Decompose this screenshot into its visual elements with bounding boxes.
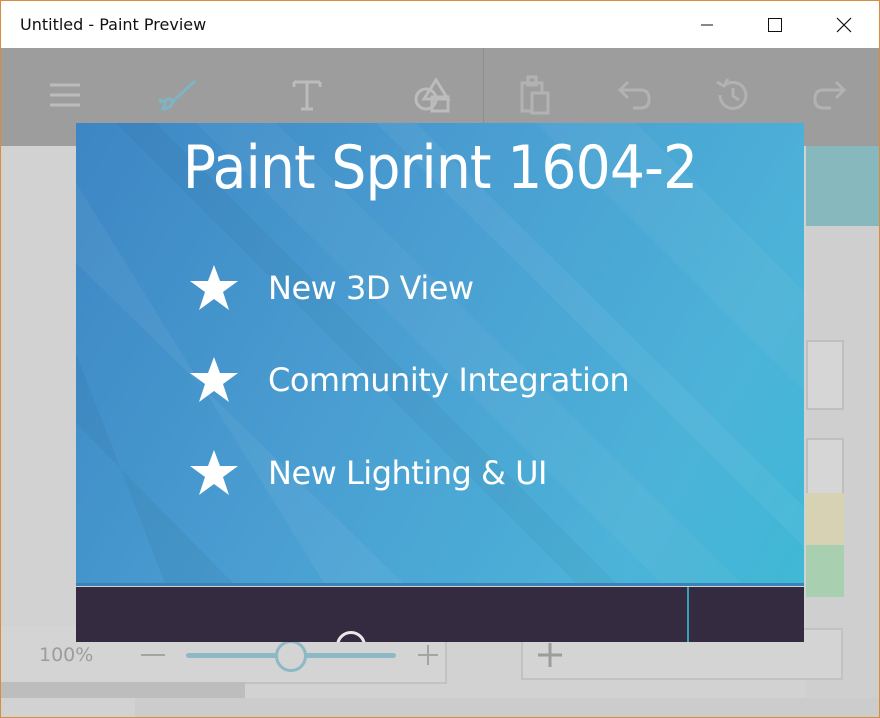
undo-button[interactable] [610, 72, 656, 118]
shapes-tool-button[interactable] [409, 72, 455, 118]
side-panel-box[interactable] [806, 438, 844, 496]
maximize-icon [768, 18, 782, 32]
menu-icon [50, 83, 80, 107]
zoom-out-button[interactable] [141, 654, 165, 656]
whats-new-dialog: Paint Sprint 1604-2 New 3D View Communit… [76, 123, 804, 642]
shapes-icon [414, 77, 451, 113]
star-icon [190, 357, 238, 402]
history-button[interactable] [709, 72, 755, 118]
feature-label: New Lighting & UI [268, 454, 547, 492]
star-icon [190, 450, 238, 495]
text-icon [292, 80, 322, 111]
close-button[interactable] [821, 1, 867, 49]
brush-tool-button[interactable] [156, 72, 202, 118]
maximize-button[interactable] [752, 1, 798, 49]
brush-icon [158, 79, 197, 111]
paste-button[interactable] [511, 72, 557, 118]
star-icon [190, 265, 238, 310]
minimize-button[interactable] [684, 1, 730, 49]
feature-item: Community Integration [188, 355, 630, 405]
menu-button[interactable] [42, 72, 88, 118]
footer-divider [687, 587, 689, 642]
canvas-bottom [135, 698, 879, 717]
hero-divider [76, 583, 804, 586]
zoom-in-icon[interactable] [416, 643, 440, 667]
side-panel-box[interactable] [806, 340, 844, 410]
feature-item: New 3D View [188, 263, 474, 313]
feature-label: Community Integration [268, 361, 630, 399]
feature-label: New 3D View [268, 269, 474, 307]
dialog-title: Paint Sprint 1604-2 [182, 133, 698, 203]
zoom-slider-thumb[interactable] [275, 640, 307, 672]
dialog-footer [76, 587, 804, 642]
side-panel-header [806, 146, 879, 226]
minimize-icon [701, 24, 713, 26]
plus-icon [538, 643, 562, 667]
close-icon [836, 17, 852, 33]
text-tool-button[interactable] [284, 72, 330, 118]
feature-item: New Lighting & UI [188, 448, 547, 498]
redo-button[interactable] [808, 72, 854, 118]
dialog-hero: Paint Sprint 1604-2 New 3D View Communit… [76, 123, 804, 586]
paste-icon [520, 75, 550, 115]
redo-icon [813, 80, 847, 110]
history-icon [716, 78, 748, 110]
status-strip [1, 682, 245, 698]
color-swatch[interactable] [806, 493, 844, 545]
undo-icon [617, 80, 651, 110]
window-title: Untitled - Paint Preview [20, 15, 207, 34]
zoom-level-label: 100% [39, 644, 94, 666]
title-bar: Untitled - Paint Preview [0, 0, 880, 48]
color-swatch[interactable] [806, 545, 844, 597]
